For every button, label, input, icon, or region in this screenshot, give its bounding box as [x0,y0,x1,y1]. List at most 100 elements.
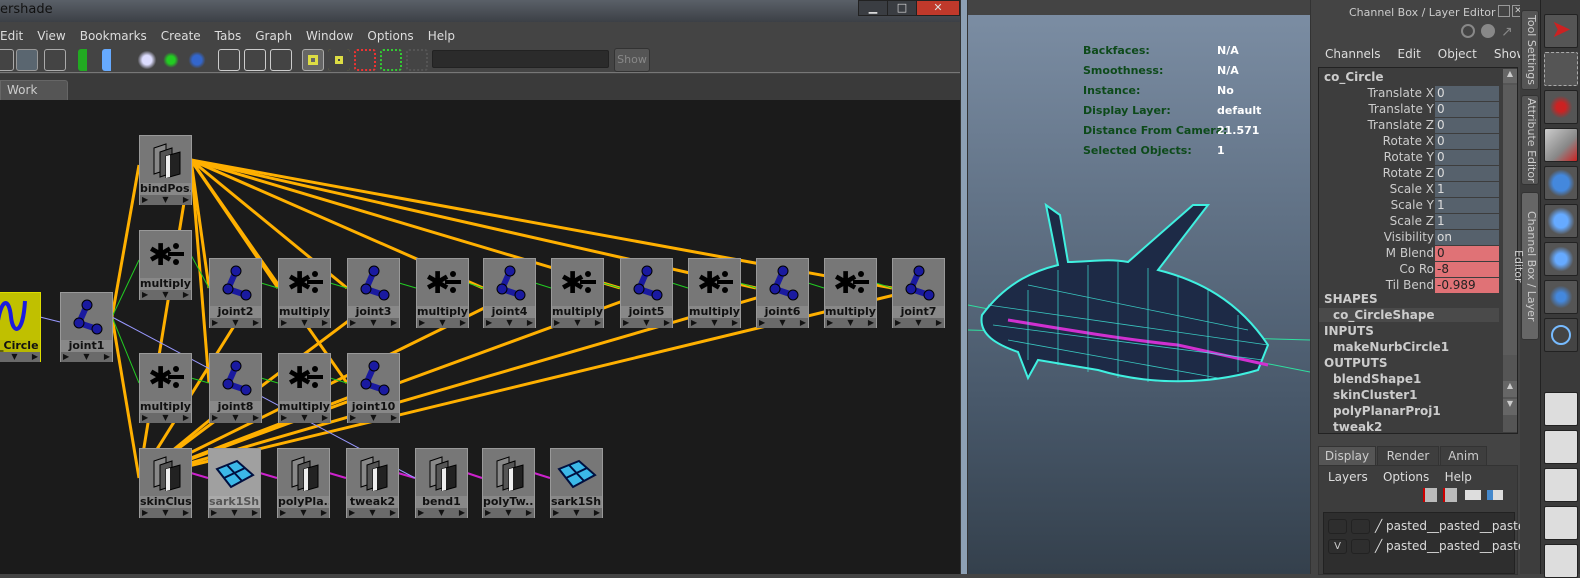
node-graph[interactable]: o_Circle▶▼▶ joint1▶▼▶ bindPos...▶▼▶ multipl… [0,100,960,574]
node-ports[interactable]: ▶▼▶ [279,413,330,423]
channel-row[interactable]: Translate X0 [1319,86,1499,102]
node-joint4[interactable]: joint4 ▶ ▼ ▶ [483,258,536,328]
node-mult-d[interactable]: multiply...▶▼▶ [551,258,604,328]
show-manip-icon[interactable] [1544,318,1578,352]
node-ports[interactable]: ▶▼▶ [347,508,398,518]
menu-window[interactable]: Window [306,29,353,43]
shape-item[interactable]: co_CircleShape [1319,308,1499,322]
scroll-down-icon[interactable]: ▼ [1503,399,1517,415]
scale-tool-icon[interactable] [1544,204,1578,238]
node-tweak2[interactable]: tweak2 ▶ ▼ ▶ [346,448,399,518]
channel-value[interactable]: 1 [1435,182,1499,197]
visibility-toggle[interactable]: V [1328,539,1347,554]
object-name[interactable]: co_Circle [1324,70,1384,84]
speed-icon[interactable] [1481,24,1495,38]
node-ports[interactable]: ▶▼▶ [689,318,740,328]
four-pane-layout-icon[interactable] [1544,430,1578,464]
channel-value[interactable]: on [1435,230,1499,245]
node-mult-b[interactable]: multiply...▶▼▶ [278,258,331,328]
tab-anim[interactable]: Anim [1440,446,1487,465]
playback-toggle[interactable] [1351,519,1370,534]
node-sark-b[interactable]: sark1Sh...▶▼▶ [550,448,603,518]
scroll-up-icon[interactable]: ▲ [1503,381,1517,397]
menu-graph[interactable]: Graph [255,29,292,43]
channel-value[interactable]: 0 [1435,166,1499,181]
channel-row[interactable]: Translate Z0 [1319,118,1499,134]
channel-value[interactable]: 0 [1435,134,1499,149]
expand-icon[interactable] [380,49,402,71]
output-item[interactable]: polyPlanarProj1 [1333,404,1441,418]
node-mult-f[interactable]: multiply...▶▼▶ [824,258,877,328]
node-ports[interactable]: ▶▼▶ [825,318,876,328]
layer-name[interactable]: pasted__pasted__pasted [1386,519,1533,533]
node-ports[interactable]: ▶▼▶ [621,318,672,328]
channel-value[interactable]: 0 [1435,86,1499,101]
node-joint2[interactable]: joint2 ▶ ▼ ▶ [209,258,262,328]
single-pane-layout-icon[interactable] [1544,392,1578,426]
menu-bookmarks[interactable]: Bookmarks [80,29,147,43]
menu-create[interactable]: Create [161,29,201,43]
node-mult-c[interactable]: multiply...▶▼▶ [416,258,469,328]
layout-icon[interactable] [1544,544,1578,578]
layer-row[interactable]: ╱ pasted__pasted__pasted [1328,519,1533,535]
node-ports[interactable]: ▶▼▶ [140,290,191,300]
menu-edit[interactable]: Edit [0,29,23,43]
input-item[interactable]: makeNurbCircle1 [1333,340,1449,354]
node-bindpose[interactable]: bindPos...▶▼▶ [139,135,192,205]
node-joint5[interactable]: joint5 ▶ ▼ ▶ [620,258,673,328]
node-ports[interactable]: ▶▼▶ [757,318,808,328]
node-ports[interactable]: ▶▼▶ [140,195,191,205]
channel-value[interactable]: -0.989 [1435,278,1499,293]
channel-row[interactable]: Scale Y1 [1319,198,1499,214]
node-ports[interactable]: ▶▼▶ [0,352,40,362]
node-ports[interactable]: ▶▼▶ [552,318,603,328]
visibility-toggle[interactable] [1328,519,1347,534]
graph-layout-icon[interactable] [1544,506,1578,540]
node-ports[interactable]: ▶▼▶ [348,413,399,423]
new-layer-selected-icon[interactable] [1487,490,1503,500]
manip-icon[interactable] [1461,24,1475,38]
scroll-thumb[interactable] [1503,85,1517,355]
channel-row[interactable]: Rotate Z0 [1319,166,1499,182]
rotate-tool-icon[interactable] [1544,166,1578,200]
node-ports[interactable]: ▶▼▶ [484,318,535,328]
node-joint1[interactable]: joint1 ▶ ▼ ▶ [60,292,113,362]
menu-channels[interactable]: Channels [1325,47,1381,61]
paint-select-icon[interactable] [1544,90,1578,124]
channel-row[interactable]: Translate Y0 [1319,102,1499,118]
node-ports[interactable]: ▶▼▶ [416,508,467,518]
float-panel-icon[interactable] [1498,5,1510,17]
minimize-button[interactable]: ▁ [858,0,888,16]
channel-row[interactable]: Rotate X0 [1319,134,1499,150]
channel-value[interactable]: 1 [1435,198,1499,213]
title-bar[interactable]: ershade ▁ □ ✕ [0,0,960,22]
node-co-circle[interactable]: o_Circle▶▼▶ [0,292,41,362]
output-connections-icon[interactable] [270,49,292,71]
menu-help[interactable]: Help [428,29,455,43]
move-tool-icon[interactable] [1544,128,1578,162]
channel-row[interactable]: Scale X1 [1319,182,1499,198]
channel-value[interactable]: 0 [1435,118,1499,133]
menu-view[interactable]: View [37,29,65,43]
viewport[interactable]: Backfaces: N/A Smoothness: N/A Instance: No… [968,0,1310,574]
show-attributes-icon[interactable] [302,49,324,71]
channel-value[interactable]: 0 [1435,102,1499,117]
graph-downstream-icon[interactable] [102,49,124,71]
scroll-up-icon[interactable]: ▲ [1503,69,1517,83]
layout-single-icon[interactable] [0,49,14,71]
channel-value[interactable]: 0 [1435,150,1499,165]
node-ports[interactable]: ▶▼▶ [209,508,260,518]
layer-name[interactable]: pasted__pasted__pasted [1386,539,1533,553]
menu-layers[interactable]: Layers [1328,470,1368,484]
lasso-tool-icon[interactable] [1544,52,1578,86]
input-output-icon[interactable] [244,49,266,71]
layout-split-icon[interactable] [44,49,66,71]
move-layer-up-icon[interactable] [1423,488,1437,502]
universal-manip-icon[interactable] [1544,242,1578,276]
node-mult-h[interactable]: multiply...▶▼▶ [278,353,331,423]
menu-options[interactable]: Options [1383,470,1429,484]
node-skincluster[interactable]: skinClus...▶▼▶ [139,448,192,518]
clear-graph-icon[interactable] [136,49,158,71]
collapse-icon[interactable] [354,49,376,71]
outliner-layout-icon[interactable] [1544,468,1578,502]
